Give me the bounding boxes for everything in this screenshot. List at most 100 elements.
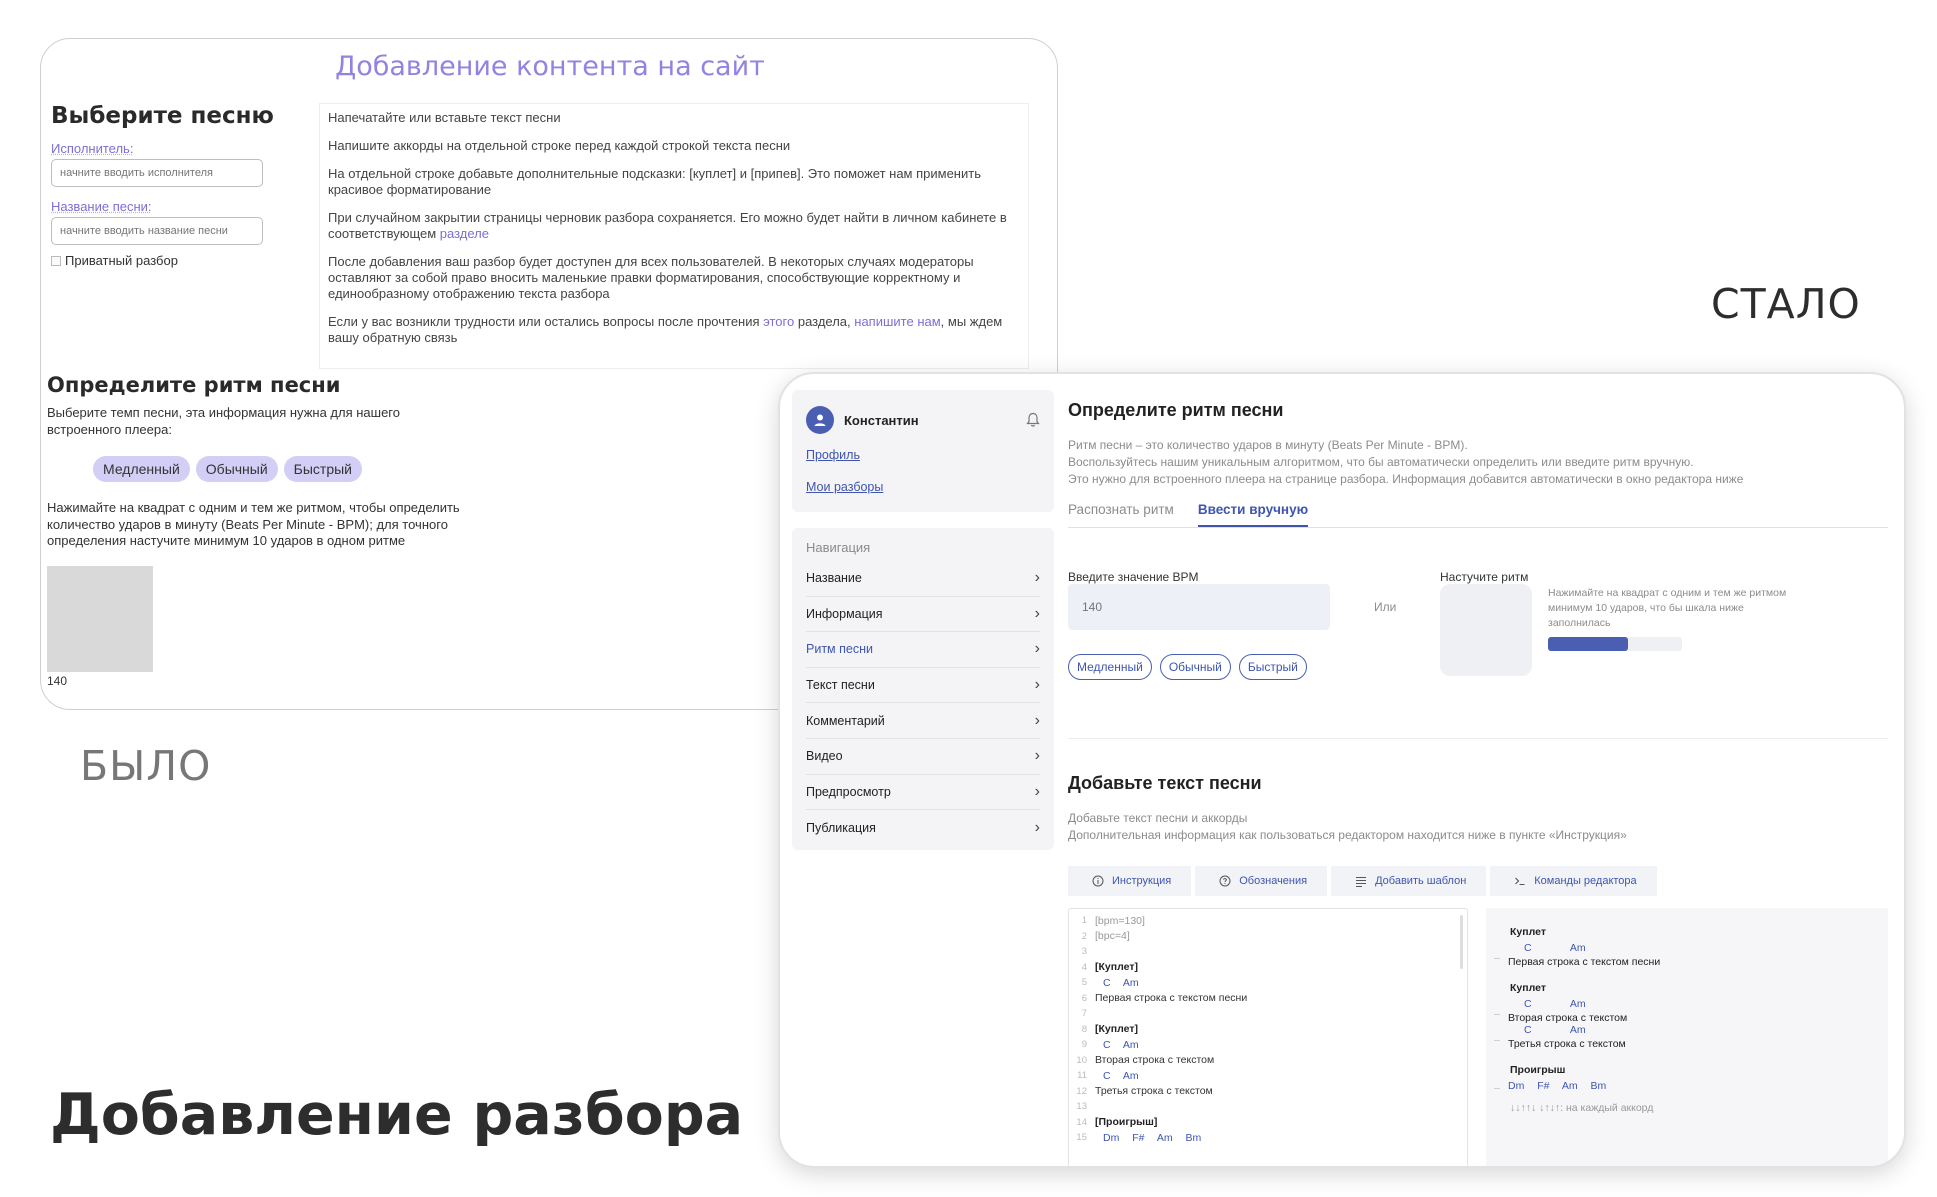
nav-item-preview[interactable]: Предпросмотр ›: [806, 775, 1040, 811]
rhythm-tabs: Распознать ритм Ввести вручную: [1068, 502, 1888, 528]
user-row: Константин: [806, 406, 1040, 434]
preview-dash: –: [1494, 952, 1500, 964]
old-tempo-group: Медленный Обычный Быстрый: [93, 456, 467, 482]
editor-line[interactable]: 15 Dm F# Am Bm: [1069, 1130, 1467, 1146]
editor-line[interactable]: 9 C Am: [1069, 1037, 1467, 1053]
old-private-row[interactable]: Приватный разбор: [51, 253, 311, 268]
tap-hint: Нажимайте на квадрат с одним и тем же ри…: [1548, 587, 1787, 629]
nav-item-info[interactable]: Информация ›: [806, 597, 1040, 633]
chevron-right-icon: ›: [1034, 604, 1040, 622]
editor-line[interactable]: 12 Третья строка с текстом: [1069, 1084, 1467, 1100]
bpm-label: Введите значение BPM: [1068, 570, 1199, 584]
editor-line[interactable]: 8 [Куплет]: [1069, 1022, 1467, 1038]
bpm-area: Введите значение BPM Или Медленный Обычн…: [1068, 528, 1888, 738]
nav-item-publish[interactable]: Публикация ›: [806, 810, 1040, 846]
chevron-right-icon: ›: [1034, 782, 1040, 800]
old-artist-input[interactable]: [51, 159, 263, 187]
old-section-link[interactable]: разделе: [440, 226, 489, 241]
editor-line[interactable]: 4 [Куплет]: [1069, 960, 1467, 976]
old-song-input[interactable]: [51, 217, 263, 245]
add-template-button[interactable]: Добавить шаблон: [1331, 866, 1487, 896]
preview-block: Куплет – C Am Вторая строка с текстом – …: [1494, 982, 1888, 1050]
old-rhythm-section: Определите ритм песни Выберите темп песн…: [47, 373, 467, 688]
old-info-paragraph: Напечатайте или вставьте текст песни: [328, 110, 561, 125]
old-tempo-fast-button[interactable]: Быстрый: [283, 456, 363, 482]
lyrics-heading: Добавьте текст песни: [1068, 773, 1262, 793]
notation-button[interactable]: Обозначения: [1195, 866, 1328, 896]
editor-scrollbar[interactable]: [1460, 915, 1463, 969]
lyrics-preview: Куплет – C Am Первая строка с текстом пе…: [1486, 908, 1888, 1166]
nav-item-title[interactable]: Название ›: [806, 561, 1040, 597]
editor-commands-button[interactable]: Команды редактора: [1490, 866, 1657, 896]
chevron-right-icon: ›: [1034, 569, 1040, 587]
old-this-link[interactable]: этого: [763, 314, 794, 329]
line-number: 9: [1081, 1039, 1087, 1051]
editor-line[interactable]: 11 C Am: [1069, 1068, 1467, 1084]
bell-icon[interactable]: [1026, 412, 1040, 428]
old-artist-label: Исполнитель:: [51, 141, 134, 156]
preview-chords: Dm F# Am Bm: [1508, 1080, 1607, 1092]
navigation-heading: Навигация: [806, 540, 871, 555]
add-template-label: Добавить шаблон: [1375, 875, 1467, 887]
lyrics-desc-1: Добавьте текст песни и аккорды: [1068, 811, 1248, 825]
editor-commands-label: Команды редактора: [1534, 875, 1637, 887]
user-card: Константин Профиль Мои разборы: [792, 390, 1054, 512]
tempo-slow-button[interactable]: Медленный: [1068, 654, 1152, 680]
editor-line[interactable]: 3: [1069, 944, 1467, 960]
preview-chords: C Am: [1524, 942, 1586, 954]
nav-item-comment[interactable]: Комментарий ›: [806, 703, 1040, 739]
editor-line-text: Первая строка с текстом песни: [1095, 992, 1248, 1005]
tempo-fast-button[interactable]: Быстрый: [1238, 654, 1307, 680]
nav-item-video[interactable]: Видео ›: [806, 739, 1040, 775]
editor-line-text: Dm F# Am Bm: [1103, 1131, 1202, 1144]
preview-line-group: C Am Вторая строка с текстом: [1508, 998, 1627, 1024]
old-tempo-normal-button[interactable]: Обычный: [195, 456, 278, 482]
sidebar: Константин Профиль Мои разборы Навигация…: [792, 390, 1054, 850]
editor-line[interactable]: 14 [Проигрыш]: [1069, 1115, 1467, 1131]
old-contact-link[interactable]: напишите нам: [854, 314, 940, 329]
preview-lyric: Третья строка с текстом: [1508, 1038, 1626, 1050]
editor-line-text: [Проигрыш]: [1095, 1116, 1158, 1129]
tab-manual-entry[interactable]: Ввести вручную: [1197, 502, 1309, 527]
rhythm-desc-2: Воспользуйтесь нашим уникальным алгоритм…: [1068, 455, 1694, 469]
new-form-panel: Константин Профиль Мои разборы Навигация…: [778, 372, 1906, 1168]
avatar[interactable]: [806, 406, 834, 434]
old-private-checkbox[interactable]: [51, 255, 61, 266]
line-number: 1: [1081, 915, 1087, 927]
tap-square[interactable]: [1440, 584, 1532, 676]
preview-dash: –: [1494, 1008, 1500, 1020]
line-number: 3: [1081, 946, 1087, 958]
lyrics-editor[interactable]: 1 [bpm=130] 2 [bpc=4] 3 4 [Куплет] 5 C Am 6 Первая…: [1068, 908, 1468, 1166]
editor-line-text: C Am: [1103, 1069, 1139, 1082]
bpm-input[interactable]: [1068, 584, 1330, 630]
editor-line-text: Третья строка с текстом: [1095, 1085, 1213, 1098]
instruction-button[interactable]: Инструкция: [1068, 866, 1192, 896]
tap-progress-bar: [1548, 637, 1682, 651]
old-info-paragraph: Если у вас возникли трудности или остали…: [328, 314, 1020, 346]
editor-line-text: C Am: [1103, 976, 1139, 989]
my-tabs-link[interactable]: Мои разборы: [806, 480, 1040, 494]
old-tap-square[interactable]: [47, 565, 153, 672]
preview-lyric: Вторая строка с текстом: [1508, 1012, 1628, 1024]
nav-item-rhythm[interactable]: Ритм песни ›: [806, 632, 1040, 668]
old-tempo-slow-button[interactable]: Медленный: [93, 456, 190, 482]
editor-line[interactable]: 6 Первая строка с текстом песни: [1069, 991, 1467, 1007]
tab-detect-rhythm[interactable]: Распознать ритм: [1068, 502, 1174, 527]
editor-line[interactable]: 5 C Am: [1069, 975, 1467, 991]
chevron-right-icon: ›: [1034, 711, 1040, 729]
editor-line[interactable]: 2 [bpc=4]: [1069, 929, 1467, 945]
tempo-normal-button[interactable]: Обычный: [1159, 654, 1231, 680]
editor-line[interactable]: 7: [1069, 1006, 1467, 1022]
old-info-text: Если у вас возникли трудности или остали…: [328, 314, 764, 329]
preview-block: Куплет – C Am Первая строка с текстом пе…: [1494, 926, 1888, 968]
preview-section-tag: Куплет: [1510, 982, 1546, 994]
editor-line[interactable]: 1 [bpm=130]: [1069, 913, 1467, 929]
editor-line[interactable]: 13: [1069, 1099, 1467, 1115]
line-number: 5: [1081, 977, 1087, 989]
editor-area: 1 [bpm=130] 2 [bpc=4] 3 4 [Куплет] 5 C Am 6 Первая…: [1068, 908, 1888, 1166]
preview-row: – C Am Вторая строка с текстом: [1494, 998, 1888, 1024]
profile-link[interactable]: Профиль: [806, 448, 1040, 462]
editor-line[interactable]: 10 Вторая строка с текстом: [1069, 1053, 1467, 1069]
preview-line-group: C Am Первая строка с текстом песни: [1508, 942, 1660, 968]
nav-item-lyrics[interactable]: Текст песни ›: [806, 668, 1040, 704]
